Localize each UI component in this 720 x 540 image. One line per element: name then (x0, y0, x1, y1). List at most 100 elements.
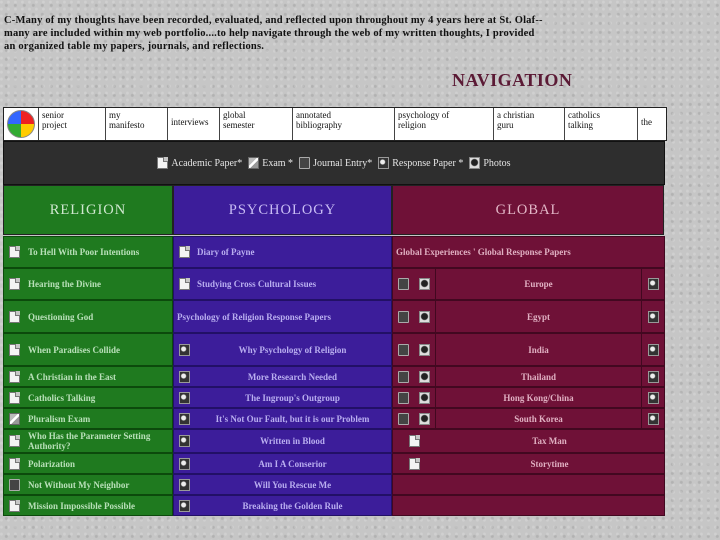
response-paper-icon[interactable] (178, 343, 190, 356)
global-location-link[interactable]: Hong Kong/China (436, 393, 641, 403)
religion-cell: Questioning God (3, 300, 173, 333)
table-row: Questioning God Psychology of Religion Re… (3, 300, 665, 333)
response-paper-icon[interactable] (647, 391, 659, 404)
psychology-cell: Breaking the Golden Rule (173, 495, 392, 516)
global-paper-link[interactable]: Storytime (435, 459, 664, 469)
global-icons (393, 343, 435, 356)
psychology-paper-link[interactable]: Breaking the Golden Rule (194, 501, 391, 511)
table-row: To Hell With Poor Intentions Diary of Pay… (3, 236, 665, 268)
photos-icon[interactable] (419, 370, 430, 383)
top-link-annotated-bibliography[interactable]: annotated bibliography (293, 108, 395, 140)
response-paper-icon[interactable] (178, 370, 190, 383)
top-link-interviews[interactable]: interviews (168, 108, 220, 140)
global-cell: Thailand (392, 366, 665, 387)
academic-paper-icon[interactable] (8, 457, 20, 470)
academic-paper-icon[interactable] (8, 310, 20, 323)
response-paper-icon[interactable] (178, 478, 190, 491)
academic-paper-icon[interactable] (178, 246, 190, 258)
journal-entry-icon[interactable] (8, 478, 20, 491)
academic-paper-icon[interactable] (8, 435, 20, 447)
response-paper-icon[interactable] (647, 278, 659, 290)
psychology-paper-link[interactable]: Diary of Payne (194, 247, 391, 257)
journal-entry-icon[interactable] (398, 343, 409, 356)
psychology-paper-link[interactable]: Will You Rescue Me (194, 480, 391, 490)
psychology-cell: Psychology of Religion Response Papers (173, 300, 392, 333)
global-location-link[interactable]: Europe (436, 279, 641, 289)
global-location-link[interactable]: Egypt (436, 312, 641, 322)
religion-paper-link[interactable]: Pluralism Exam (24, 414, 90, 424)
religion-paper-link[interactable]: Not Without My Neighbor (24, 480, 129, 490)
global-section-header: Global Experiences ' Global Response Pap… (396, 247, 571, 257)
response-paper-icon[interactable] (647, 343, 659, 356)
photos-icon[interactable] (419, 278, 430, 290)
top-link-senior-project[interactable]: senior project (39, 108, 106, 140)
global-icons (393, 457, 435, 470)
religion-cell: Who Has the Parameter Setting Authority? (3, 429, 173, 453)
religion-paper-link[interactable]: Hearing the Divine (24, 279, 101, 289)
response-paper-icon[interactable] (178, 435, 190, 447)
legend-exam-label: Exam * (262, 157, 294, 169)
academic-paper-icon[interactable] (8, 278, 20, 290)
top-link-christian-guru[interactable]: a christian guru (494, 108, 565, 140)
psychology-icon-box (174, 435, 194, 447)
religion-paper-link[interactable]: Questioning God (24, 312, 93, 322)
religion-paper-link[interactable]: When Paradises Collide (24, 345, 120, 355)
response-paper-icon[interactable] (178, 412, 190, 425)
intro-line: many are included within my web portfoli… (4, 28, 535, 40)
legend-bar: Academic Paper* Exam * Journal Entry* Re… (3, 141, 665, 185)
global-location-link[interactable]: Thailand (436, 372, 641, 382)
religion-paper-link[interactable]: Polarization (24, 459, 75, 469)
response-paper-icon[interactable] (647, 412, 659, 425)
psychology-paper-link[interactable]: Am I A Conserior (194, 459, 391, 469)
photos-icon[interactable] (419, 343, 430, 356)
category-religion: RELIGION (3, 185, 173, 235)
response-paper-icon[interactable] (178, 391, 190, 404)
journal-entry-icon[interactable] (398, 412, 409, 425)
academic-paper-icon[interactable] (408, 435, 420, 447)
photos-icon[interactable] (419, 310, 430, 323)
psychology-paper-link[interactable]: Studying Cross Cultural Issues (194, 279, 391, 289)
psychology-paper-link[interactable]: Written in Blood (194, 436, 391, 446)
response-paper-icon[interactable] (647, 310, 659, 323)
global-location-link[interactable]: South Korea (436, 414, 641, 424)
journal-entry-icon[interactable] (398, 370, 409, 383)
religion-paper-link[interactable]: To Hell With Poor Intentions (24, 247, 139, 257)
religion-cell: Catholics Talking (3, 387, 173, 408)
response-paper-icon[interactable] (647, 370, 659, 383)
top-link-psychology-of-religion[interactable]: psychology of religion (395, 108, 494, 140)
academic-paper-icon[interactable] (408, 457, 420, 470)
psychology-paper-link[interactable]: The Ingroup's Outgroup (194, 393, 391, 403)
journal-entry-icon[interactable] (398, 278, 409, 290)
top-link-manifesto[interactable]: my manifesto (106, 108, 168, 140)
response-paper-icon[interactable] (178, 499, 190, 512)
photos-icon[interactable] (419, 412, 430, 425)
religion-paper-link[interactable]: Who Has the Parameter Setting Authority? (24, 431, 172, 451)
global-paper-link[interactable]: Tax Man (435, 436, 664, 446)
psychology-paper-link[interactable]: Why Psychology of Religion (194, 345, 391, 355)
religion-paper-link[interactable]: A Christian in the East (24, 372, 116, 382)
legend-response: Response Paper * (378, 157, 463, 169)
academic-paper-icon[interactable] (8, 343, 20, 356)
academic-paper-icon[interactable] (8, 391, 20, 404)
global-location-link[interactable]: India (436, 345, 641, 355)
psychology-paper-link[interactable]: Psychology of Religion Response Papers (174, 312, 391, 322)
psychology-paper-link[interactable]: It's Not Our Fault, but it is our Proble… (194, 414, 391, 424)
journal-entry-icon[interactable] (398, 391, 409, 404)
academic-paper-icon[interactable] (8, 246, 20, 258)
photos-icon[interactable] (419, 391, 430, 404)
religion-paper-link[interactable]: Mission Impossible Possible (24, 501, 135, 511)
top-link-catholics-talking[interactable]: catholics talking (565, 108, 638, 140)
global-cell: South Korea (392, 408, 665, 429)
exam-icon[interactable] (8, 412, 20, 425)
academic-paper-icon[interactable] (8, 370, 20, 383)
top-link-the[interactable]: the (638, 108, 664, 140)
journal-entry-icon[interactable] (398, 310, 409, 323)
top-link-global-semester[interactable]: global semester (220, 108, 293, 140)
response-paper-icon[interactable] (178, 457, 190, 470)
psychology-icon-box (174, 499, 194, 512)
religion-paper-link[interactable]: Catholics Talking (24, 393, 95, 403)
top-links-table: senior project my manifesto interviews g… (3, 107, 667, 141)
academic-paper-icon[interactable] (178, 278, 190, 290)
psychology-paper-link[interactable]: More Research Needed (194, 372, 391, 382)
academic-paper-icon[interactable] (8, 499, 20, 512)
